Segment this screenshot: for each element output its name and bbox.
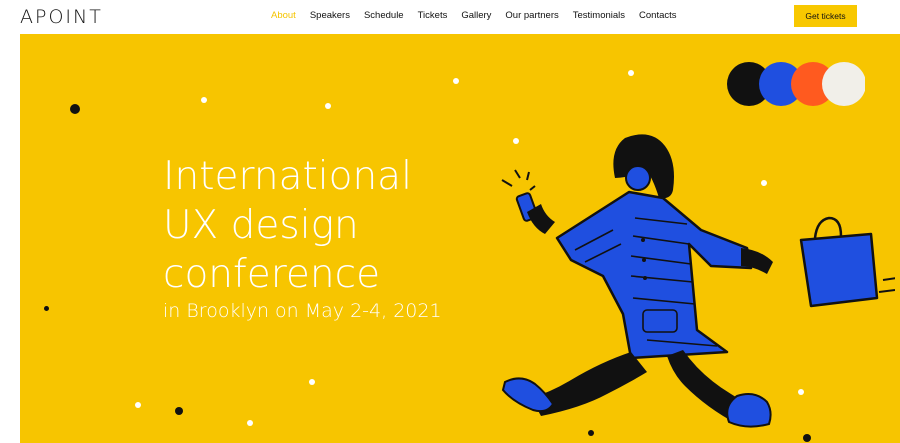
decor-dot (309, 379, 315, 385)
hero-title-line-2: UX design (163, 203, 359, 248)
hero-subtitle: in Brooklyn on May 2-4, 2021 (163, 300, 442, 322)
nav-item-testimonials[interactable]: Testimonials (573, 10, 625, 21)
decor-dot (628, 70, 634, 76)
hero-title-line-3: conference (163, 252, 381, 297)
decor-dot (201, 97, 207, 103)
main-nav: About Speakers Schedule Tickets Gallery … (271, 10, 691, 21)
nav-item-about[interactable]: About (271, 10, 296, 21)
get-tickets-button[interactable]: Get tickets (794, 5, 857, 27)
notification-lines-icon (501, 169, 536, 191)
decor-dot (175, 407, 183, 415)
logo[interactable]: APOINT (20, 6, 103, 28)
nav-item-tickets[interactable]: Tickets (418, 10, 448, 21)
hero-section: International UX design conference in Br… (20, 34, 900, 443)
nav-item-contacts[interactable]: Contacts (639, 10, 677, 21)
nav-item-schedule[interactable]: Schedule (364, 10, 404, 21)
nav-item-our-partners[interactable]: Our partners (505, 10, 558, 21)
decor-dot (325, 103, 331, 109)
decor-dot (453, 78, 459, 84)
hero-title: International UX design conference (163, 152, 412, 299)
decor-dot (247, 420, 253, 426)
hero-title-line-1: International (163, 154, 412, 199)
decor-dot (70, 104, 80, 114)
nav-item-speakers[interactable]: Speakers (310, 10, 350, 21)
top-navigation-bar: APOINT About Speakers Schedule Tickets G… (0, 0, 900, 34)
walking-woman-illustration (501, 134, 895, 428)
decor-dot (44, 306, 49, 311)
color-palette-circles-icon (727, 62, 865, 106)
decor-dot (135, 402, 141, 408)
nav-item-gallery[interactable]: Gallery (461, 10, 491, 21)
